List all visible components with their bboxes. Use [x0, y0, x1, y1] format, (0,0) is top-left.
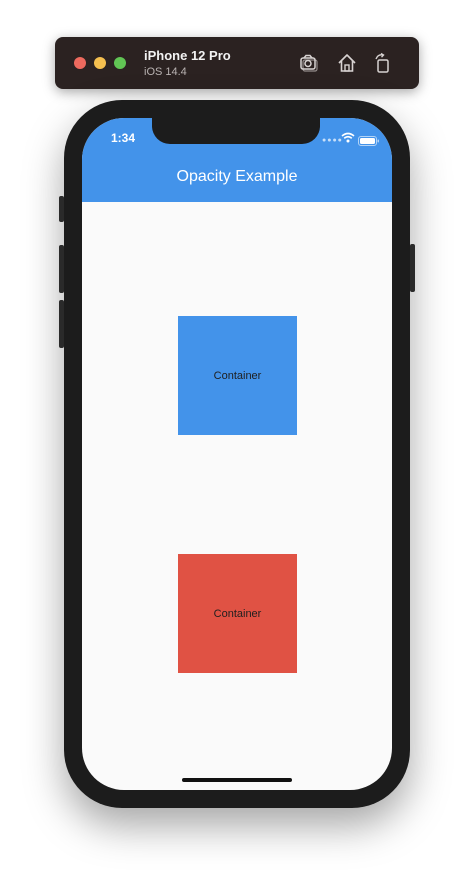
red-container: Container [178, 554, 297, 673]
close-window-button[interactable] [74, 57, 86, 69]
home-icon[interactable] [336, 52, 358, 74]
device-name: iPhone 12 Pro [144, 48, 231, 63]
minimize-window-button[interactable] [94, 57, 106, 69]
screenshot-icon[interactable] [298, 52, 320, 74]
cellular-signal-icon: ●●●● [322, 137, 343, 144]
device-os-version: iOS 14.4 [144, 66, 187, 78]
blue-container: Container [178, 316, 297, 435]
phone-screen: 1:34 ●●●● Opacity Example Container Cont… [82, 118, 392, 790]
simulator-toolbar [55, 37, 419, 89]
battery-icon [358, 133, 380, 151]
zoom-window-button[interactable] [114, 57, 126, 69]
status-time: 1:34 [111, 131, 136, 145]
power-button [410, 244, 415, 292]
container-label: Container [213, 607, 262, 620]
home-indicator[interactable] [182, 778, 292, 782]
wifi-icon [341, 130, 355, 148]
container-label: Container [213, 369, 262, 382]
notch [152, 118, 320, 144]
rotate-icon[interactable] [372, 52, 394, 74]
status-icons: ●●●● [322, 130, 382, 146]
app-bar-title: Opacity Example [176, 168, 298, 185]
